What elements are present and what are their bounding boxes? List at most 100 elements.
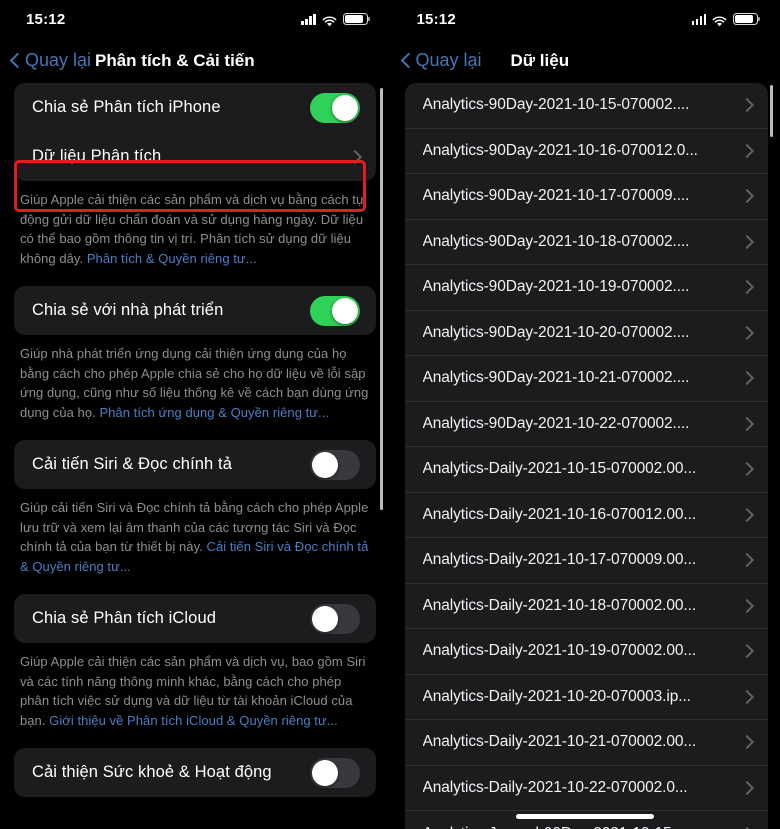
settings-card-developers: Chia sẻ với nhà phát triển (14, 286, 376, 335)
left-scrollbar[interactable] (379, 88, 383, 510)
list-item[interactable]: Analytics-Daily-2021-10-16-070012.00... (404, 493, 768, 538)
list-item-label: Analytics-90Day-2021-10-18-070002.... (422, 232, 690, 250)
list-item-label: Analytics-90Day-2021-10-19-070002.... (422, 278, 690, 296)
list-item-label: Analytics-90Day-2021-10-21-070002.... (422, 369, 690, 387)
left-nav-bar: Quay lại Phân tích & Cải tiến (0, 38, 390, 83)
list-item-label: Analytics-Daily-2021-10-15-070002.00... (422, 460, 697, 478)
chevron-right-icon (742, 552, 752, 568)
chevron-right-icon (350, 149, 360, 165)
list-item[interactable]: Analytics-90Day-2021-10-19-070002.... (404, 265, 768, 311)
list-item-label: Analytics-Daily-2021-10-19-070002.00... (422, 642, 697, 660)
list-item[interactable]: Analytics-Daily-2021-10-20-070003.ip... (404, 675, 768, 720)
chevron-right-icon (742, 643, 752, 659)
list-item[interactable]: Analytics-90Day-2021-10-20-070002.... (404, 311, 768, 356)
list-item[interactable]: Analytics-Daily-2021-10-21-070002.00... (404, 720, 768, 766)
setting-label: Chia sẻ Phân tích iCloud (32, 609, 217, 627)
list-item[interactable]: Analytics-90Day-2021-10-18-070002.... (404, 220, 768, 265)
chevron-right-icon (742, 689, 752, 705)
settings-card-analytics: Chia sẻ Phân tích iPhone Dữ liệu Phân tí… (14, 83, 376, 181)
chevron-right-icon (742, 234, 752, 250)
list-item[interactable]: Analytics-90Day-2021-10-17-070009.... (404, 174, 768, 220)
description-developers: Giúp nhà phát triển ứng dụng cải thiện ứ… (14, 335, 376, 422)
list-item[interactable]: Analytics-90Day-2021-10-22-070002.... (404, 402, 768, 447)
row-share-with-developers[interactable]: Chia sẻ với nhà phát triển (14, 286, 376, 335)
cellular-bars-icon (691, 13, 706, 25)
privacy-link[interactable]: Phân tích & Quyền riêng tư... (87, 251, 257, 266)
privacy-link[interactable]: Giới thiệu về Phân tích iCloud & Quyền r… (49, 713, 338, 728)
settings-card-siri: Cải tiến Siri & Đọc chính tả (14, 440, 376, 489)
right-scrollbar[interactable] (770, 85, 773, 137)
left-status-bar: 15:12 (0, 0, 390, 38)
setting-label: Chia sẻ Phân tích iPhone (32, 98, 221, 116)
chevron-right-icon (742, 143, 752, 159)
back-button-label: Quay lại (415, 50, 482, 70)
status-clock: 15:12 (26, 10, 66, 28)
row-analytics-data[interactable]: Dữ liệu Phân tích (14, 132, 376, 181)
toggle-improve-siri-dictation[interactable] (309, 449, 360, 480)
settings-card-health: Cải thiện Sức khoẻ & Hoạt động (14, 748, 376, 797)
list-item-label: Analytics-Daily-2021-10-17-070009.00... (422, 551, 697, 569)
chevron-right-icon (742, 370, 752, 386)
list-item-label: Analytics-90Day-2021-10-16-070012.0... (422, 141, 698, 159)
wifi-icon (712, 14, 727, 26)
list-item-label: Analytics-90Day-2021-10-20-070002.... (422, 323, 690, 341)
list-item[interactable]: Analytics-Daily-2021-10-19-070002.00... (404, 629, 768, 675)
chevron-left-icon (10, 52, 21, 70)
setting-label: Dữ liệu Phân tích (32, 147, 162, 165)
list-item-label: Analytics-Daily-2021-10-18-070002.00... (422, 596, 697, 614)
battery-icon (342, 13, 370, 25)
setting-label: Cải tiến Siri & Đọc chính tả (32, 455, 232, 473)
list-item[interactable]: Analytics-Daily-2021-10-18-070002.00... (404, 584, 768, 629)
setting-label: Cải thiện Sức khoẻ & Hoạt động (32, 763, 272, 781)
toggle-improve-health-activity[interactable] (309, 757, 360, 788)
back-button[interactable]: Quay lại (0, 50, 91, 71)
status-icon-group (691, 13, 761, 26)
list-item[interactable]: Analytics-90Day-2021-10-15-070002.... (404, 83, 768, 129)
list-item-label: Analytics-Daily-2021-10-16-070012.00... (422, 505, 697, 523)
description-icloud: Giúp Apple cải thiện các sản phẩm và dịc… (14, 643, 376, 730)
right-status-bar: 15:12 (391, 0, 780, 38)
status-clock: 15:12 (416, 10, 456, 28)
status-icon-group (301, 13, 370, 26)
list-item[interactable]: Analytics-90Day-2021-10-16-070012.0... (404, 129, 768, 174)
chevron-right-icon (742, 279, 752, 295)
right-phone-screen: 15:12 Quay lại Dữ liệu Analytics-90Day-2… (389, 0, 780, 829)
list-item-label: Analytics-90Day-2021-10-22-070002.... (422, 414, 690, 432)
left-settings-list: Chia sẻ Phân tích iPhone Dữ liệu Phân tí… (0, 83, 390, 797)
page-title: Phân tích & Cải tiến (95, 50, 255, 70)
row-share-icloud-analytics[interactable]: Chia sẻ Phân tích iCloud (14, 594, 376, 643)
list-item[interactable]: Analytics-Daily-2021-10-22-070002.0... (404, 766, 768, 811)
analytics-data-list: Analytics-90Day-2021-10-15-070002.... An… (404, 83, 768, 829)
list-item-label: Analytics-90Day-2021-10-15-070002.... (422, 96, 690, 114)
list-item-label: Analytics-Daily-2021-10-21-070002.00... (422, 733, 697, 751)
chevron-right-icon (742, 416, 752, 432)
toggle-share-with-developers[interactable] (309, 295, 360, 326)
description-analytics: Giúp Apple cải thiện các sản phẩm và dịc… (14, 181, 376, 268)
list-item[interactable]: Analytics-Daily-2021-10-15-070002.00... (404, 447, 768, 493)
list-item[interactable]: Analytics-90Day-2021-10-21-070002.... (404, 356, 768, 402)
row-share-iphone-analytics[interactable]: Chia sẻ Phân tích iPhone (14, 83, 376, 132)
list-item[interactable]: Analytics-Daily-2021-10-17-070009.00... (404, 538, 768, 584)
row-improve-health-activity[interactable]: Cải thiện Sức khoẻ & Hoạt động (14, 748, 376, 797)
privacy-link[interactable]: Phân tích ứng dụng & Quyền riêng tư... (99, 405, 329, 420)
chevron-right-icon (742, 598, 752, 614)
right-nav-bar: Quay lại Dữ liệu (391, 38, 780, 83)
chevron-right-icon (742, 325, 752, 341)
back-button-label: Quay lại (25, 50, 92, 70)
settings-card-icloud: Chia sẻ Phân tích iCloud (14, 594, 376, 643)
cellular-bars-icon (301, 13, 316, 25)
toggle-share-iphone-analytics[interactable] (309, 92, 360, 123)
left-phone-screen: 15:12 Quay lại Phân tích & Cải tiến Chia (0, 0, 390, 829)
row-improve-siri-dictation[interactable]: Cải tiến Siri & Đọc chính tả (14, 440, 376, 489)
list-item-label: Analytics-Daily-2021-10-20-070003.ip... (422, 687, 691, 705)
back-button[interactable]: Quay lại (391, 50, 482, 71)
setting-label: Chia sẻ với nhà phát triển (32, 301, 224, 319)
chevron-right-icon (742, 734, 752, 750)
list-item-label: Analytics-Journal-90Day-2021-10-15... (423, 825, 685, 829)
battery-icon (733, 13, 761, 25)
toggle-share-icloud-analytics[interactable] (309, 603, 360, 634)
home-indicator (516, 814, 655, 819)
description-siri: Giúp cải tiến Siri và Đọc chính tả bằng … (14, 489, 376, 576)
chevron-right-icon (742, 188, 752, 204)
page-title: Dữ liệu (510, 50, 570, 70)
